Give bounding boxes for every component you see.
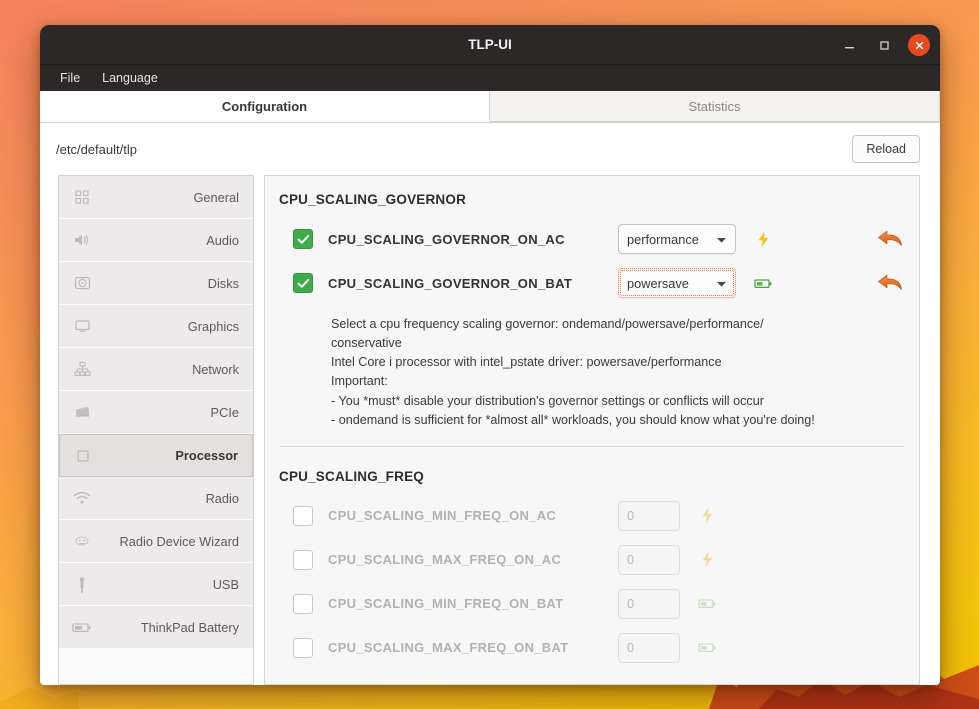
group-title: CPU_SCALING_GOVERNOR [279, 192, 467, 207]
sidebar-item-processor[interactable]: Processor [59, 434, 253, 477]
spinbox-value: 0 [627, 508, 635, 524]
chip-icon [72, 446, 94, 466]
setting-label: CPU_SCALING_MIN_FREQ_ON_BAT [328, 596, 564, 612]
checkbox-cpu_scaling_governor_on_ac[interactable] [293, 229, 313, 249]
setting-row: CPU_SCALING_MAX_FREQ_ON_BAT 0 [279, 630, 905, 666]
select-cpu_scaling_governor_on_ac[interactable]: performance [618, 224, 736, 254]
chevron-down-icon [716, 276, 727, 291]
maximize-icon[interactable] [873, 34, 895, 56]
sidebar-item-label: Audio [206, 232, 239, 248]
close-icon[interactable] [908, 34, 930, 56]
sidebar-item-thinkpad-battery[interactable]: ThinkPad Battery [59, 606, 253, 649]
sidebar-item-label: Processor [175, 448, 238, 463]
sidebar-item-network[interactable]: Network [59, 348, 253, 391]
sidebar-item-label: Radio [205, 490, 239, 506]
application-window: TLP-UI File Language Configuration Stati… [40, 25, 940, 685]
config-file-path: /etc/default/tlp [56, 141, 137, 157]
setting-row: CPU_SCALING_MIN_FREQ_ON_BAT 0 [279, 586, 905, 622]
sidebar-item-label: Radio Device Wizard [119, 533, 239, 549]
sidebar-item-label: Graphics [187, 318, 239, 334]
path-toolbar: /etc/default/tlp Reload [40, 123, 940, 175]
setting-label: CPU_SCALING_MIN_FREQ_ON_AC [328, 508, 557, 524]
spinbox-cpu_scaling_max_freq_on_bat[interactable]: 0 [618, 632, 680, 663]
settings-panel[interactable]: CPU_SCALING_GOVERNOR CPU_SCALING_GOVERNOR… [264, 175, 920, 685]
select-value: performance [627, 231, 699, 247]
monitor-icon [71, 316, 93, 336]
battery-icon [71, 617, 93, 637]
battery-icon [694, 641, 720, 654]
usb-icon [71, 574, 93, 594]
wizard-icon [71, 531, 93, 551]
sidebar-item-label: General [193, 189, 239, 205]
pcie-card-icon [71, 402, 93, 422]
sidebar-item-label: Disks [207, 275, 239, 291]
sidebar-item-radio[interactable]: Radio [59, 477, 253, 520]
spinbox-cpu_scaling_min_freq_on_bat[interactable]: 0 [618, 588, 680, 619]
sidebar-item-general[interactable]: General [59, 176, 253, 219]
setting-row: CPU_SCALING_GOVERNOR_ON_BAT powersave [279, 265, 905, 301]
ac-bolt-icon [694, 551, 720, 568]
battery-icon [750, 277, 776, 290]
checkbox-cpu_scaling_min_freq_on_ac[interactable] [293, 505, 313, 526]
tab-statistics[interactable]: Statistics [490, 91, 940, 122]
checkbox-cpu_scaling_max_freq_on_bat[interactable] [293, 637, 313, 658]
spinbox-cpu_scaling_max_freq_on_ac[interactable]: 0 [618, 544, 680, 575]
wifi-icon [71, 488, 93, 508]
setting-label: CPU_SCALING_MAX_FREQ_ON_BAT [328, 640, 569, 656]
sidebar-item-pcie[interactable]: PCIe [59, 391, 253, 434]
menu-bar: File Language [40, 65, 940, 91]
reload-button[interactable]: Reload [852, 135, 920, 163]
sidebar-item-graphics[interactable]: Graphics [59, 305, 253, 348]
menu-language[interactable]: Language [94, 69, 166, 87]
speaker-icon [71, 230, 93, 250]
network-tree-icon [71, 359, 93, 379]
tab-bar: Configuration Statistics [40, 91, 940, 123]
group-description: Select a cpu frequency scaling governor:… [331, 317, 815, 427]
spinbox-value: 0 [627, 596, 635, 612]
ac-bolt-icon [750, 231, 776, 248]
checkbox-cpu_scaling_min_freq_on_bat[interactable] [293, 593, 313, 614]
category-sidebar: General Audio Disks Graphics Network PCIe Proc… [58, 175, 254, 685]
battery-icon [694, 597, 720, 610]
setting-row: CPU_SCALING_MAX_FREQ_ON_AC 0 [279, 542, 905, 578]
sidebar-item-label: Network [192, 361, 239, 377]
tab-configuration[interactable]: Configuration [40, 91, 490, 122]
select-cpu_scaling_governor_on_bat[interactable]: powersave [618, 268, 736, 298]
spinbox-cpu_scaling_min_freq_on_ac[interactable]: 0 [618, 500, 680, 531]
setting-label: CPU_SCALING_MAX_FREQ_ON_AC [328, 552, 562, 568]
checkbox-cpu_scaling_max_freq_on_ac[interactable] [293, 549, 313, 570]
title-bar: TLP-UI [40, 25, 940, 65]
select-value: powersave [627, 275, 689, 291]
group-title: CPU_SCALING_FREQ [279, 468, 424, 484]
spinbox-value: 0 [627, 552, 635, 568]
ac-bolt-icon [694, 507, 720, 524]
sidebar-item-label: USB [212, 576, 239, 592]
menu-file[interactable]: File [52, 69, 88, 87]
sidebar-item-label: PCIe [210, 404, 239, 420]
sidebar-item-usb[interactable]: USB [59, 563, 253, 606]
harddisk-icon [71, 273, 93, 293]
content-area: General Audio Disks Graphics Network PCIe Proc… [40, 175, 940, 685]
window-title: TLP-UI [468, 37, 512, 52]
chevron-down-icon [716, 232, 727, 247]
undo-arrow-icon[interactable] [875, 272, 905, 294]
checkbox-cpu_scaling_governor_on_bat[interactable] [293, 273, 313, 293]
apps-grid-icon [71, 187, 93, 207]
setting-row: CPU_SCALING_GOVERNOR_ON_AC performance [279, 221, 905, 257]
sidebar-item-label: ThinkPad Battery [140, 619, 239, 635]
window-controls [838, 25, 930, 65]
setting-label: CPU_SCALING_GOVERNOR_ON_AC [328, 231, 565, 247]
spinbox-value: 0 [627, 640, 635, 656]
undo-arrow-icon[interactable] [875, 228, 905, 250]
minimize-icon[interactable] [838, 34, 860, 56]
sidebar-item-radio-device-wizard[interactable]: Radio Device Wizard [59, 520, 253, 563]
setting-row: CPU_SCALING_MIN_FREQ_ON_AC 0 [279, 498, 905, 534]
setting-label: CPU_SCALING_GOVERNOR_ON_BAT [328, 275, 573, 291]
sidebar-item-audio[interactable]: Audio [59, 219, 253, 262]
sidebar-item-disks[interactable]: Disks [59, 262, 253, 305]
